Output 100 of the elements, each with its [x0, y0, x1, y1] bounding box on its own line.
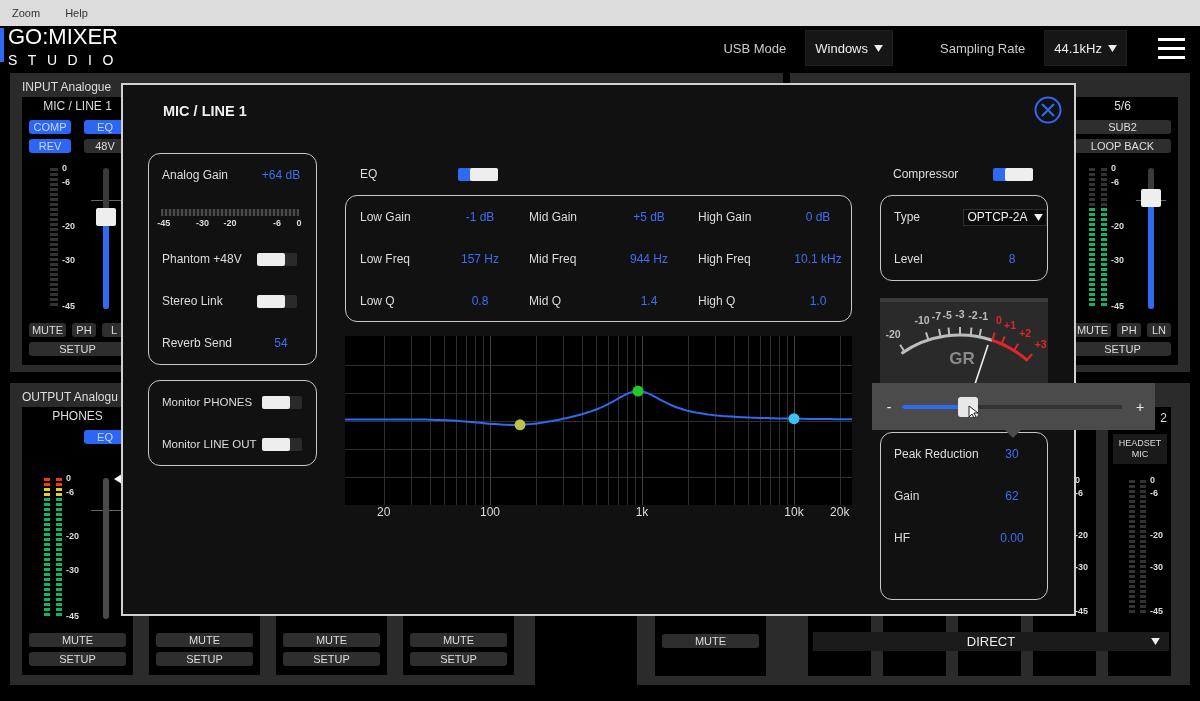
menu-item[interactable]: Help	[65, 7, 88, 19]
scale-label: -7	[931, 310, 942, 323]
eq-band-point[interactable]	[514, 419, 526, 431]
logo-subtitle: STUDIO	[8, 52, 124, 68]
cursor-icon	[968, 405, 978, 419]
channel-button[interactable]: SETUP	[156, 652, 253, 666]
channel-label: MIC / LINE 1	[43, 99, 112, 113]
setting-label: Monitor PHONES	[162, 396, 253, 408]
scale-label: 0	[1111, 162, 1116, 174]
eq-param-value: 0 dB	[804, 210, 832, 224]
eq-param-label: Low Gain	[360, 210, 412, 224]
scale-label: -45	[62, 300, 75, 313]
eq-param-label: Low Q	[360, 294, 396, 308]
eq-param-label: High Gain	[698, 210, 753, 224]
eq-param-value: +5 dB	[632, 210, 666, 224]
scale-label: -30	[1075, 561, 1088, 574]
setting-label: Level	[894, 252, 923, 266]
toggle-switch[interactable]	[262, 437, 302, 451]
toggle-switch[interactable]	[257, 252, 297, 266]
eq-param-value: 1.4	[639, 294, 659, 308]
channel-button[interactable]: PH	[72, 323, 96, 337]
channel-button[interactable]: SETUP	[1074, 342, 1171, 356]
setting-label: Phantom +48V	[162, 252, 242, 266]
sampling-rate-dropdown[interactable]: 44.1kHz	[1044, 30, 1127, 66]
channel-button[interactable]: LN	[1147, 323, 1171, 337]
toggle-switch[interactable]	[257, 294, 297, 308]
channel-button[interactable]: MUTE	[156, 633, 253, 647]
meter-needle	[974, 344, 989, 384]
channel-button[interactable]: PH	[1117, 323, 1141, 337]
usb-mode-dropdown[interactable]: Windows	[805, 30, 893, 66]
scale-label: 0	[296, 218, 302, 228]
channel-label: 2	[1160, 411, 1167, 425]
scale-label: 0	[66, 472, 71, 484]
setting-value: 62	[1004, 489, 1020, 503]
scale-label: -2	[968, 308, 978, 321]
channel-button[interactable]: SETUP	[29, 652, 126, 666]
setting-value: 8	[1007, 252, 1017, 266]
axis-label: 20k	[830, 505, 850, 519]
dialog-title: MIC / LINE 1	[163, 103, 247, 119]
close-icon[interactable]	[1034, 96, 1062, 124]
scale-label: -30	[195, 218, 209, 228]
menu-item[interactable]: Zoom	[12, 7, 41, 19]
setting-label: Reverb Send	[162, 336, 233, 350]
section-label: EQ	[360, 167, 379, 181]
channel-button[interactable]: MUTE	[662, 634, 759, 648]
panel-title: OUTPUT Analogu	[22, 390, 118, 404]
channel-label: PHONES	[52, 409, 103, 423]
menu-icon[interactable]	[1158, 37, 1185, 59]
caret-icon	[1033, 213, 1043, 221]
scale-label: -20	[1075, 528, 1088, 541]
channel-button[interactable]: MUTE	[283, 633, 380, 647]
setting-label: USB Mode	[723, 40, 787, 56]
scale-label: -45	[1111, 300, 1124, 313]
channel-button[interactable]: LOOP BACK	[1074, 139, 1171, 153]
scale-label: -45	[1150, 605, 1163, 618]
setting-label: Peak Reduction	[894, 447, 979, 461]
decrease-button[interactable]: -	[884, 398, 894, 415]
channel-button[interactable]: SUB2	[1074, 120, 1171, 134]
scale-label: -3	[955, 308, 965, 320]
fader-thumb[interactable]	[96, 208, 116, 227]
increase-button[interactable]: +	[1135, 398, 1145, 415]
channel-button[interactable]: COMP	[29, 120, 71, 134]
scale-label: -10	[914, 314, 930, 326]
channel-button[interactable]: MUTE	[29, 323, 66, 337]
type-dropdown[interactable]: OPTCP-2A	[963, 208, 1047, 226]
setting-label: Gain	[894, 489, 920, 503]
eq-param-label: Mid Freq	[529, 252, 578, 266]
scale-label: -20	[885, 327, 901, 340]
channel-button[interactable]: MUTE	[410, 633, 507, 647]
toggle-switch[interactable]	[262, 395, 302, 409]
eq-band-point[interactable]	[788, 413, 800, 425]
fader-track[interactable]	[103, 478, 109, 619]
caret-icon	[1108, 44, 1117, 52]
scale-label: +3	[1034, 338, 1047, 351]
scale-label: -45	[66, 610, 79, 623]
eq-param-label: High Q	[698, 294, 737, 308]
scale-label: -6	[1150, 487, 1158, 500]
channel-button[interactable]: MUTE	[1074, 323, 1111, 337]
scale-label: -30	[66, 563, 79, 576]
setting-label: HF	[894, 531, 910, 545]
route-dropdown[interactable]: DIRECT	[813, 632, 1169, 651]
meter-title: GR	[949, 348, 975, 368]
scale-label: -6	[66, 486, 74, 499]
channel-button[interactable]: SETUP	[410, 652, 507, 666]
channel-button[interactable]: MUTE	[29, 633, 126, 647]
toggle-switch[interactable]	[458, 167, 498, 181]
eq-param-label: Low Freq	[360, 252, 412, 266]
channel-button[interactable]: SETUP	[283, 652, 380, 666]
scale-label: -20	[1111, 219, 1124, 232]
scale-label: -5	[942, 308, 952, 321]
axis-label: 100	[480, 505, 500, 519]
fader-thumb[interactable]	[1141, 188, 1161, 207]
scale-label: -20	[66, 529, 79, 542]
eq-param-value: -1 dB	[464, 210, 496, 224]
scale-label: -30	[62, 253, 75, 266]
accent-bar	[0, 28, 4, 62]
scale-label: 0	[995, 314, 1002, 327]
eq-band-point[interactable]	[632, 385, 644, 397]
eq-param-value: 10.1 kHz	[793, 252, 843, 266]
toggle-switch[interactable]	[993, 167, 1033, 181]
